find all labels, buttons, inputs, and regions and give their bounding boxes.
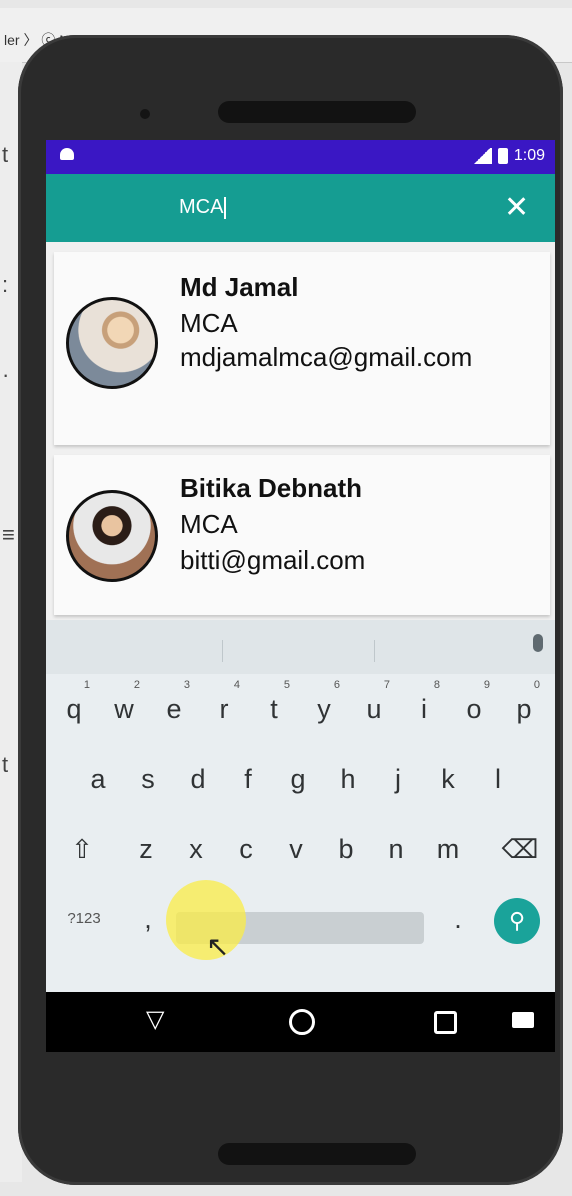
key[interactable]: r4 [202, 679, 246, 738]
ide-gutter-mark: t [2, 752, 9, 777]
search-input[interactable]: MCA [179, 196, 227, 219]
key[interactable]: h [326, 750, 370, 808]
text-caret [224, 196, 227, 219]
contact-card[interactable]: Md Jamal MCA mdjamalmca@gmail.com [54, 252, 550, 445]
key[interactable]: f [226, 750, 270, 808]
key[interactable]: a [76, 750, 120, 808]
avatar [66, 490, 158, 582]
key[interactable]: y6 [302, 679, 346, 738]
key[interactable]: n [374, 820, 418, 878]
phone-screen: 1:09 MCA ✕ Md Jamal MCA mdjamalmca@gmail… [46, 140, 555, 1052]
navigation-bar: ▽ [46, 992, 555, 1052]
bottom-speaker [218, 1143, 416, 1165]
search-query: MCA [179, 196, 224, 218]
keyboard-row-4: ?123 , . ⚲ [46, 890, 555, 948]
contact-course: MCA [180, 509, 238, 539]
shift-icon[interactable]: ⇧ [60, 820, 104, 878]
front-camera [140, 109, 150, 119]
contact-name: Md Jamal [180, 272, 299, 302]
symbols-key[interactable]: ?123 [54, 890, 114, 948]
signal-icon [471, 148, 492, 164]
close-icon[interactable]: ✕ [504, 188, 529, 228]
home-icon[interactable] [289, 1009, 315, 1035]
android-notification-icon [60, 148, 74, 160]
key[interactable]: j [376, 750, 420, 808]
suggestion-divider [374, 640, 375, 662]
keyboard-switch-icon[interactable] [512, 1012, 534, 1028]
contact-email: mdjamalmca@gmail.com [180, 342, 473, 372]
key[interactable]: u7 [352, 679, 396, 738]
microphone-icon[interactable] [533, 634, 543, 652]
key[interactable]: m [426, 820, 470, 878]
backspace-icon[interactable]: ⌫ [498, 820, 542, 878]
key[interactable]: l [476, 750, 520, 808]
back-icon[interactable]: ▽ [146, 1005, 164, 1034]
key[interactable]: o9 [452, 679, 496, 738]
key[interactable]: s [126, 750, 170, 808]
key[interactable]: v [274, 820, 318, 878]
mouse-pointer-icon: ↖ [206, 931, 230, 962]
key[interactable]: b [324, 820, 368, 878]
key[interactable]: k [426, 750, 470, 808]
status-indicators: 1:09 [471, 147, 545, 165]
period-key[interactable]: . [436, 890, 480, 948]
key[interactable]: p0 [502, 679, 546, 738]
key[interactable]: i8 [402, 679, 446, 738]
key[interactable]: q1 [52, 679, 96, 738]
key[interactable]: t5 [252, 679, 296, 738]
search-toolbar: MCA ✕ [46, 174, 555, 242]
earpiece-speaker [218, 101, 416, 123]
key[interactable]: g [276, 750, 320, 808]
keyboard-row-1: q1 w2 e3 r4 t5 y6 u7 i8 o9 p0 [46, 679, 555, 738]
search-key-icon[interactable]: ⚲ [494, 898, 540, 944]
key[interactable]: c [224, 820, 268, 878]
key[interactable]: e3 [152, 679, 196, 738]
key[interactable]: x [174, 820, 218, 878]
status-time: 1:09 [513, 147, 545, 164]
battery-icon [497, 148, 508, 164]
contact-course: MCA [180, 308, 238, 338]
recents-icon[interactable] [434, 1011, 457, 1034]
key[interactable]: w2 [102, 679, 146, 738]
suggestion-divider [222, 640, 223, 662]
status-bar: 1:09 [46, 140, 555, 174]
soft-keyboard: q1 w2 e3 r4 t5 y6 u7 i8 o9 p0 a s d f g … [46, 620, 555, 992]
contact-email: bitti@gmail.com [180, 545, 366, 575]
ide-gutter-mark: : [2, 272, 9, 297]
avatar [66, 297, 158, 389]
contact-card[interactable]: Bitika Debnath MCA bitti@gmail.com [54, 455, 550, 615]
key[interactable]: d [176, 750, 220, 808]
contact-name: Bitika Debnath [180, 473, 363, 503]
ide-gutter-mark: ≡ [2, 522, 15, 547]
ide-gutter-mark: · [2, 362, 10, 387]
ide-gutter-mark: t [2, 142, 9, 167]
suggestion-strip [46, 620, 555, 674]
keyboard-row-2: a s d f g h j k l [46, 750, 555, 808]
comma-key[interactable]: , [126, 890, 170, 948]
keyboard-row-3: ⇧ z x c v b n m ⌫ [46, 820, 555, 878]
key[interactable]: z [124, 820, 168, 878]
